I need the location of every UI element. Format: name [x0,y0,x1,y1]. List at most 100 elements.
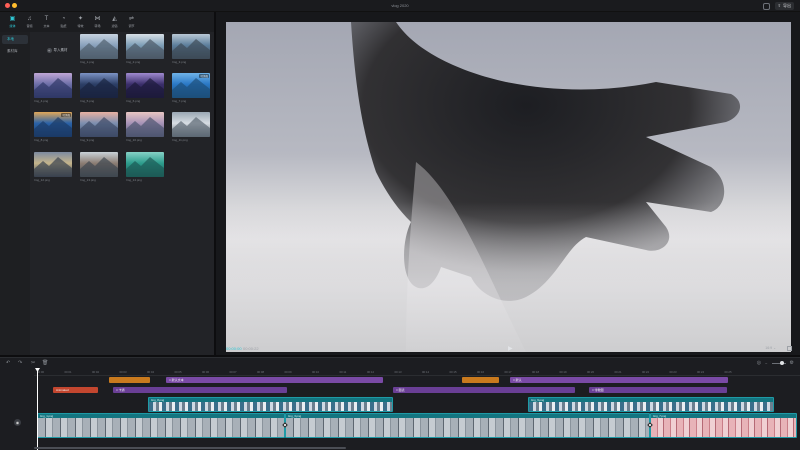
transition-icon: ⋈ [94,16,101,22]
import-label: 导入素材 [53,47,68,52]
media-thumbnail[interactable]: Img_14.png [126,152,164,182]
play-icon[interactable]: ▶ [508,345,513,352]
ruler-tick: 00:17 [504,370,512,374]
text-clip[interactable]: □ 图表 [393,387,575,393]
top-tab-label: 特效 [77,24,84,28]
top-tab-7[interactable]: ⇌ 调节 [123,12,140,32]
thumbnail-caption: Img_6.png [126,99,141,103]
media-thumbnail[interactable]: Img_11.png [172,112,210,142]
ruler-tick: 00:24 [697,370,704,374]
zoom-out-icon[interactable]: − [765,361,767,366]
text-clip[interactable]: □ 零散图 [589,387,727,393]
text-clip[interactable] [109,377,150,383]
media-thumbnail[interactable]: Img_9.png [80,112,118,142]
video-clip[interactable]: Img_9.png [528,397,774,412]
thumbnail-image [34,73,72,98]
settings-icon[interactable] [762,2,770,10]
media-thumbnail[interactable]: Img_13.png [80,152,118,182]
media-thumbnail[interactable]: Img_4.png [34,73,72,103]
thumbnail-caption: Img_9.png [80,138,95,142]
media-thumbnail[interactable]: Img_6.png [126,73,164,103]
media-thumbnail[interactable]: Img_2.png [126,34,164,64]
top-tab-1[interactable]: ♫ 音频 [21,12,38,32]
ruler-tick: 00:03 [119,370,127,374]
text-clip[interactable]: □ 默认文本 [166,377,383,383]
side-nav-item-0[interactable]: 本地 [2,35,28,44]
thumbnail-image [172,34,210,59]
top-tab-label: 滤镜 [111,24,118,28]
media-thumbnail[interactable]: Img_10.png [126,112,164,142]
thumbnail-caption: Img_7.png [172,99,187,103]
playhead[interactable] [37,368,38,450]
media-thumbnail[interactable]: 已添加 Img_8.png [34,112,72,142]
top-tab-label: 调节 [128,24,135,28]
top-tab-6[interactable]: ◭ 滤镜 [106,12,123,32]
zoom-slider[interactable] [771,360,786,365]
fullscreen-icon[interactable] [787,346,792,351]
added-badge: 已添加 [199,74,209,78]
top-tab-5[interactable]: ⋈ 转场 [89,12,106,32]
hand-image [226,22,791,352]
timeline-settings-icon[interactable]: ⚙ [790,360,794,366]
top-tab-3[interactable]: ◔ 贴纸 [55,12,72,32]
ruler-tick: 00:23 [669,370,677,374]
media-panel: ▣ 媒体 ♫ 音频 T 文本 ◔ 贴纸 ✦ 特效 ⋈ 转场 ◭ 滤镜 ⇌ 调节 本地素材库 + 导入素材 Im… [0,12,214,355]
top-tab-0[interactable]: ▣ 媒体 [4,12,21,32]
thumbnail-caption: Img_8.png [34,138,49,142]
ruler-tick: 00:08 [257,370,264,374]
import-media-button[interactable]: + 导入素材 [38,36,76,64]
current-timecode: 00:00:00 [226,346,242,351]
media-thumbnail[interactable]: Img_12.png [34,152,72,182]
video-clip[interactable]: Img_7.png [650,413,797,438]
preview-controls: 00:00:00 00:00:22 ▶ 16:9 ⌄ [216,343,800,355]
plus-icon: + [46,47,52,53]
audio-icon: ♫ [27,16,32,22]
delete-icon[interactable]: 🗑 [42,360,48,366]
ruler-tick: 00:13 [394,370,402,374]
export-button[interactable]: ⇪ 导出 [774,2,794,10]
media-thumbnail[interactable]: Img_1.png [80,34,118,64]
thumbnail-image [80,112,118,137]
thumbnail-caption: Img_2.png [126,60,141,64]
ruler-tick: 00:21 [614,370,622,374]
text-clip[interactable] [462,377,499,383]
thumbnail-caption: Img_3.png [172,60,187,64]
effects-icon: ✦ [77,16,84,22]
side-nav-item-1[interactable]: 素材库 [2,47,28,56]
clip-filmstrip [651,418,796,437]
snap-icon[interactable]: ◎ [757,360,761,366]
thumbnail-image [80,34,118,59]
split-icon[interactable]: ✂ [31,360,35,366]
cover-icon[interactable]: ◉ [14,419,21,426]
text-clip[interactable]: Animated [53,387,98,393]
top-tab-label: 转场 [94,24,101,28]
top-tab-2[interactable]: T 文本 [38,12,55,32]
time-ruler[interactable]: 00:00 00:01 00:02 00:03 00:04 00:05 00:06 00:07… [34,369,800,376]
thumbnail-caption: Img_10.png [126,138,142,142]
ruler-tick: 00:02 [92,370,99,374]
media-thumbnail[interactable]: Img_5.png [80,73,118,103]
top-tab-4[interactable]: ✦ 特效 [72,12,89,32]
media-thumbnail[interactable]: 已添加 Img_7.png [172,73,210,103]
ruler-tick: 00:07 [229,370,237,374]
zoom-slider-knob[interactable] [779,360,784,365]
video-clip[interactable]: Img_8.png [148,397,393,412]
aspect-ratio-select[interactable]: 16:9 ⌄ [765,346,776,350]
thumbnail-caption: Img_12.png [34,178,50,182]
text-clip[interactable]: □ 默认 [510,377,728,383]
thumbnail-caption: Img_5.png [80,99,95,103]
text-clip[interactable]: □ 卡通 [113,387,287,393]
media-thumbnail[interactable]: Img_3.png [172,34,210,64]
thumbnail-caption: Img_13.png [80,178,96,182]
video-preview[interactable] [226,22,791,352]
ruler-tick: 00:04 [147,370,154,374]
video-clip[interactable]: Img_1.png [37,413,285,438]
undo-icon[interactable]: ↶ [6,360,10,366]
redo-icon[interactable]: ↷ [18,360,22,366]
ruler-tick: 00:14 [422,370,429,374]
thumbnail-caption: Img_4.png [34,99,49,103]
video-clip[interactable]: Img_3.png [285,413,650,438]
timeline-scrollbar[interactable] [34,447,346,449]
timeline-panel: ↶ ↷ ✂ 🗑 ◎ − ⚙ 00:00 00:01 00:02 00:03 00:04 0… [0,357,800,450]
clip-filmstrip [149,402,392,411]
